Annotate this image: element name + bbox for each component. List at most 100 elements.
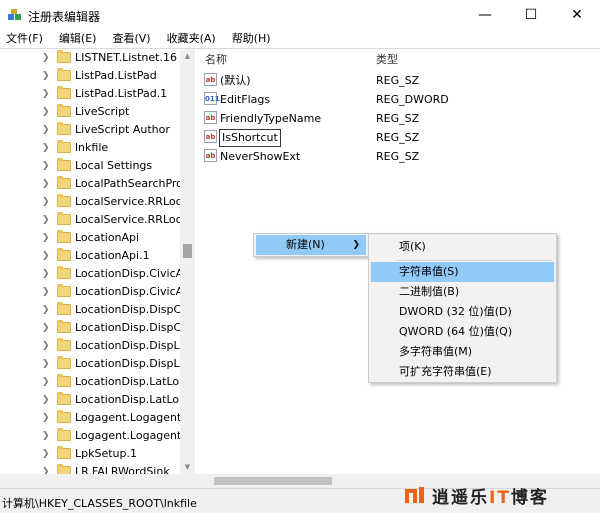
new-submenu: 项(K) 字符串值(S) 二进制值(B) DWORD (32 位)值(D) QWORD …	[368, 233, 557, 383]
expand-arrow-icon[interactable]: ❯	[42, 427, 50, 445]
tree-item[interactable]: ❯ LiveScript Author	[0, 121, 180, 139]
tree-item[interactable]: ❯ ListPad.ListPad.1	[0, 85, 180, 103]
submenu-item[interactable]: 字符串值(S)	[371, 262, 554, 282]
submenu-item[interactable]: 二进制值(B)	[371, 282, 554, 302]
tree-item-label: LR.FALRWordSink	[75, 465, 170, 474]
scroll-down-icon[interactable]: ▼	[183, 463, 192, 471]
column-header-type[interactable]: 类型	[376, 49, 398, 71]
tree-item[interactable]: ❯ LocationApi	[0, 229, 180, 247]
submenu-item[interactable]: DWORD (32 位)值(D)	[371, 302, 554, 322]
value-row[interactable]: ab NeverShowExt REG_SZ	[200, 147, 600, 166]
tree-item[interactable]: ❯ LocationDisp.CivicAc	[0, 265, 180, 283]
tree-item-label: LocationDisp.CivicAc	[75, 285, 180, 298]
expand-arrow-icon[interactable]: ❯	[42, 121, 50, 139]
expand-arrow-icon[interactable]: ❯	[42, 49, 50, 67]
submenu-item[interactable]: QWORD (64 位)值(Q)	[371, 322, 554, 342]
expand-arrow-icon[interactable]: ❯	[42, 283, 50, 301]
expand-arrow-icon[interactable]: ❯	[42, 211, 50, 229]
expand-arrow-icon[interactable]: ❯	[42, 229, 50, 247]
value-type: REG_SZ	[376, 150, 420, 163]
site-watermark: 逍遥乐IT博客	[404, 483, 549, 508]
folder-icon	[57, 302, 71, 315]
tree-item[interactable]: ❯ LocationDisp.DispLa	[0, 337, 180, 355]
tree-item-label: LiveScript Author	[75, 123, 170, 136]
menu-help[interactable]: 帮助(H)	[227, 30, 276, 48]
value-row[interactable]: ab (默认) REG_SZ	[200, 71, 600, 90]
expand-arrow-icon[interactable]: ❯	[42, 373, 50, 391]
menu-favorites[interactable]: 收藏夹(A)	[162, 30, 221, 48]
tree-item[interactable]: ❯ LiveScript	[0, 103, 180, 121]
tree-item[interactable]: ❯ LISTNET.Listnet.16	[0, 49, 180, 67]
tree-item[interactable]: ❯ LocationDisp.CivicAc	[0, 283, 180, 301]
binary-value-icon: 011	[204, 92, 220, 105]
expand-arrow-icon[interactable]: ❯	[42, 301, 50, 319]
tree-item[interactable]: ❯ LocationDisp.DispCi	[0, 301, 180, 319]
tree-item[interactable]: ❯ Logagent.Logagent	[0, 427, 180, 445]
maximize-button[interactable]: ☐	[508, 0, 554, 30]
expand-arrow-icon[interactable]: ❯	[42, 445, 50, 463]
folder-icon	[57, 194, 71, 207]
horizontal-scroll-thumb[interactable]	[214, 477, 332, 485]
folder-icon	[57, 266, 71, 279]
tree-item[interactable]: ❯ ListPad.ListPad	[0, 67, 180, 85]
title-bar: 注册表编辑器 — ☐ ✕	[0, 0, 600, 30]
expand-arrow-icon[interactable]: ❯	[42, 265, 50, 283]
folder-icon	[57, 374, 71, 387]
scroll-up-icon[interactable]: ▲	[183, 52, 192, 60]
tree-item[interactable]: ❯ LocalPathSearchPro	[0, 175, 180, 193]
tree-vertical-scrollbar[interactable]: ▲ ▼	[180, 49, 195, 474]
expand-arrow-icon[interactable]: ❯	[42, 139, 50, 157]
expand-arrow-icon[interactable]: ❯	[42, 391, 50, 409]
expand-arrow-icon[interactable]: ❯	[42, 103, 50, 121]
expand-arrow-icon[interactable]: ❯	[42, 85, 50, 103]
tree-item[interactable]: ❯ LocationDisp.LatLon	[0, 373, 180, 391]
registry-key-tree[interactable]: ❯ LISTNET.Listnet.16 ❯ ListPad.ListPad ❯ List…	[0, 49, 195, 474]
folder-icon	[57, 158, 71, 171]
value-row[interactable]: ab FriendlyTypeName REG_SZ	[200, 109, 600, 128]
close-button[interactable]: ✕	[554, 0, 600, 30]
tree-item[interactable]: ❯ LocalService.RRLoca	[0, 211, 180, 229]
submenu-item[interactable]: 多字符串值(M)	[371, 342, 554, 362]
expand-arrow-icon[interactable]: ❯	[42, 193, 50, 211]
tree-scroll-thumb[interactable]	[183, 244, 192, 258]
tree-item[interactable]: ❯ LocationDisp.DispCi	[0, 319, 180, 337]
tree-item[interactable]: ❯ LocationDisp.LatLon	[0, 391, 180, 409]
expand-arrow-icon[interactable]: ❯	[42, 337, 50, 355]
string-value-icon: ab	[204, 149, 217, 162]
tree-item[interactable]: ❯ LpkSetup.1	[0, 445, 180, 463]
column-header-name[interactable]: 名称	[205, 49, 227, 71]
maximize-icon: ☐	[524, 7, 538, 23]
folder-icon	[57, 338, 71, 351]
tree-item[interactable]: ❯ LocationDisp.DispLa	[0, 355, 180, 373]
expand-arrow-icon[interactable]: ❯	[42, 355, 50, 373]
submenu-item[interactable]: 可扩充字符串值(E)	[371, 362, 554, 382]
menu-edit[interactable]: 编辑(E)	[54, 30, 102, 48]
tree-item[interactable]: ❯ LR.FALRWordSink	[0, 463, 180, 474]
expand-arrow-icon[interactable]: ❯	[42, 67, 50, 85]
status-path: 计算机\HKEY_CLASSES_ROOT\lnkfile	[2, 497, 197, 510]
submenu-item[interactable]: 项(K)	[371, 237, 554, 257]
menu-view[interactable]: 查看(V)	[107, 30, 155, 48]
minimize-button[interactable]: —	[462, 0, 508, 30]
value-row[interactable]: 011 EditFlags REG_DWORD	[200, 90, 600, 109]
expand-arrow-icon[interactable]: ❯	[42, 409, 50, 427]
expand-arrow-icon[interactable]: ❯	[42, 247, 50, 265]
tree-item-label: Local Settings	[75, 159, 153, 172]
tree-item[interactable]: ❯ LocationApi.1	[0, 247, 180, 265]
value-row[interactable]: ab IsShortcut REG_SZ	[200, 128, 600, 147]
tree-item[interactable]: ❯ LocalService.RRLoca	[0, 193, 180, 211]
close-icon: ✕	[571, 7, 583, 23]
tree-item[interactable]: ❯ Local Settings	[0, 157, 180, 175]
context-menu-new[interactable]: 新建(N) ❯	[256, 235, 366, 255]
expand-arrow-icon[interactable]: ❯	[42, 175, 50, 193]
value-name-edit-field[interactable]: IsShortcut	[219, 129, 281, 147]
tree-item[interactable]: ❯ lnkfile	[0, 139, 180, 157]
watermark-text-a: 逍遥乐	[432, 487, 489, 508]
expand-arrow-icon[interactable]: ❯	[42, 319, 50, 337]
expand-arrow-icon[interactable]: ❯	[42, 157, 50, 175]
folder-icon	[57, 104, 71, 117]
expand-arrow-icon[interactable]: ❯	[42, 463, 50, 474]
menu-file[interactable]: 文件(F)	[0, 30, 48, 48]
tree-item[interactable]: ❯ Logagent.Logagent	[0, 409, 180, 427]
minimize-icon: —	[478, 7, 492, 23]
